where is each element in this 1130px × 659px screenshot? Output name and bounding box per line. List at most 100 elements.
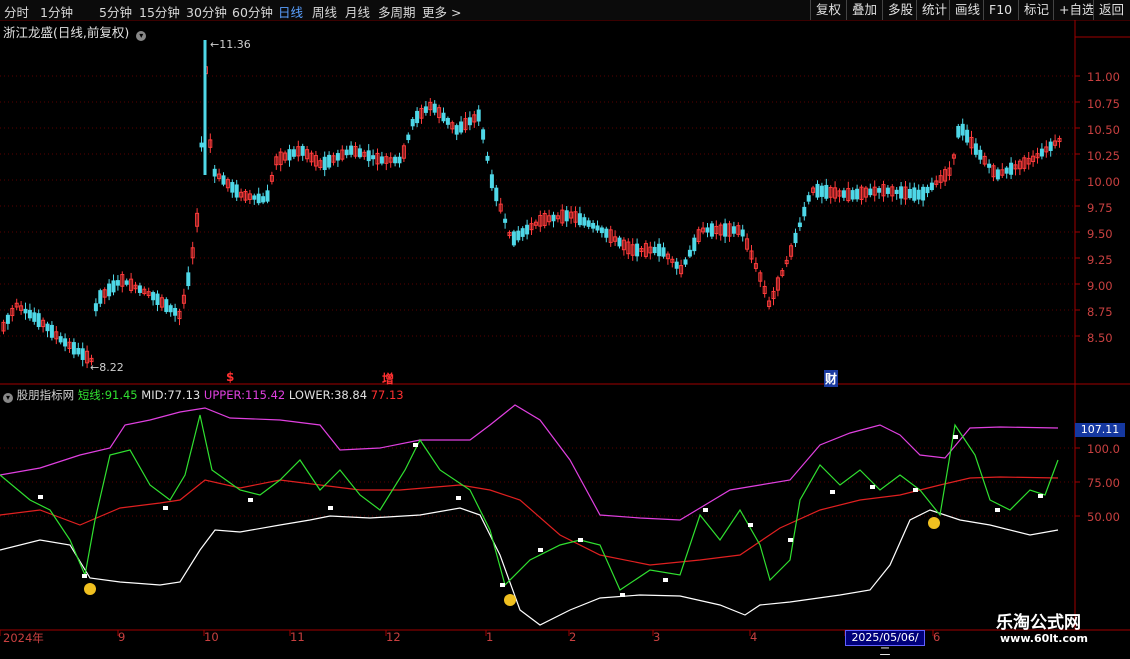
upper-label: UPPER: <box>203 388 245 402</box>
signal-dot <box>620 593 625 597</box>
price-tick: 10.75 <box>1087 97 1120 111</box>
candle-body <box>617 237 622 247</box>
candle-body <box>899 186 904 199</box>
signal-dot <box>413 443 418 447</box>
candle-body <box>595 225 600 231</box>
candle-body <box>23 308 28 314</box>
signal-dot <box>913 488 918 492</box>
candle-body <box>415 110 420 124</box>
candle-body <box>393 156 398 164</box>
candle-body <box>868 188 873 196</box>
candle-body <box>652 246 657 254</box>
chevron-down-icon[interactable]: ▾ <box>136 31 147 41</box>
indicator-tick: 100.0 <box>1087 442 1120 456</box>
candle-body <box>956 125 961 138</box>
candle-body <box>912 187 917 201</box>
candle-body <box>357 148 362 158</box>
candle-body <box>599 227 604 234</box>
candle-body <box>107 283 112 297</box>
short-value: 91.45 <box>104 388 138 402</box>
candle-body <box>481 129 486 140</box>
candle-body <box>186 272 191 287</box>
candle-body <box>731 226 736 234</box>
smiley-icon <box>84 583 96 595</box>
signal-dot <box>38 495 43 499</box>
candle-body <box>1039 148 1044 157</box>
candle-body <box>503 218 508 223</box>
lower-value: 38.84 <box>334 388 368 402</box>
mid-label: MID: <box>141 388 168 402</box>
candle-body <box>151 292 156 301</box>
candle-body <box>36 313 41 328</box>
smiley-icon <box>504 594 516 606</box>
candle-body <box>965 129 970 143</box>
candle-body <box>806 195 811 202</box>
signal-dot <box>703 508 708 512</box>
candle-body <box>115 280 120 286</box>
price-tick: 9.75 <box>1087 201 1113 215</box>
watermark-title: 乐淘公式网 <box>996 613 1081 633</box>
candle-body <box>929 182 934 191</box>
candle-body <box>489 174 494 189</box>
candle-body <box>511 231 516 246</box>
signal-dot <box>953 435 958 439</box>
candle-body <box>1004 167 1009 174</box>
candle-body <box>327 154 332 168</box>
candle-body <box>591 222 596 229</box>
candle-body <box>71 342 76 355</box>
candle-body <box>261 196 266 203</box>
candle-body <box>885 187 890 194</box>
x-tick: 12 <box>386 630 401 644</box>
candle-body <box>709 223 714 237</box>
price-tick: 8.50 <box>1087 331 1113 345</box>
lower-label: LOWER: <box>288 388 335 402</box>
indicator-name: 股朋指标网 <box>16 388 75 402</box>
candle-body <box>27 309 32 319</box>
signal-dot <box>248 498 253 502</box>
candle-body <box>287 149 292 161</box>
candle-body <box>252 195 257 200</box>
extra-value: 77.13 <box>370 388 404 402</box>
signal-dot <box>163 506 168 510</box>
candle-body <box>63 338 68 347</box>
candle-body <box>973 143 978 155</box>
price-tick: 8.75 <box>1087 305 1113 319</box>
candle-body <box>687 249 692 257</box>
signal-dot <box>538 548 543 552</box>
signal-marker: 财 <box>824 370 839 387</box>
candle-body <box>582 217 587 226</box>
signal-dot <box>663 578 668 582</box>
candle-body <box>485 155 490 161</box>
candle-body <box>371 155 376 160</box>
candle-body <box>793 232 798 244</box>
price-tick: 10.50 <box>1087 123 1120 137</box>
watermark-url: www.60lt.com <box>1000 632 1089 645</box>
candle-body <box>256 193 261 204</box>
chevron-down-icon[interactable]: ▾ <box>3 393 13 403</box>
signal-dot <box>995 508 1000 512</box>
candle-body <box>1048 141 1053 151</box>
kline-chart[interactable] <box>0 0 1130 650</box>
signal-dot <box>830 490 835 494</box>
candle-body <box>124 280 129 285</box>
signal-dot <box>870 485 875 489</box>
candle-body <box>877 188 882 193</box>
candle-body <box>80 348 85 360</box>
candle-body <box>987 163 992 168</box>
candle-body <box>855 188 860 200</box>
candle-body <box>916 189 921 200</box>
x-tick: 6 <box>933 630 941 644</box>
candle-body <box>586 220 591 227</box>
candle-body <box>265 190 270 202</box>
mid-band <box>0 476 1059 566</box>
indicator-tick: 50.00 <box>1087 510 1120 524</box>
candle-body <box>824 184 829 199</box>
candle-body <box>683 259 688 265</box>
candle-body <box>564 210 569 222</box>
candle-body <box>212 168 217 177</box>
candle-body <box>960 123 965 136</box>
price-tick: 10.00 <box>1087 175 1120 189</box>
signal-dot <box>82 574 87 578</box>
stock-title: 浙江龙盛(日线,前复权) ▾ <box>3 22 147 41</box>
candle-body <box>432 103 437 113</box>
